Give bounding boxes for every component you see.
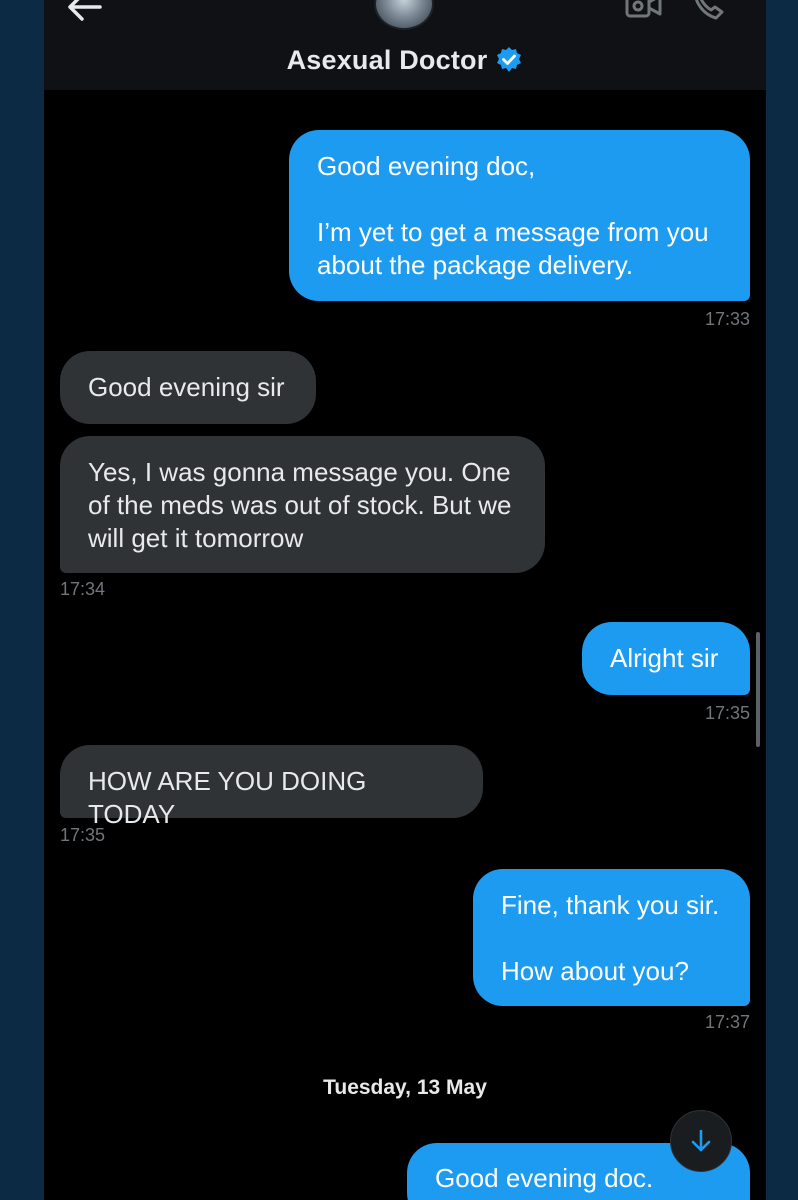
message-bubble-sent[interactable]: Good evening doc, I’m yet to get a messa… [289, 130, 750, 301]
message-bubble-received[interactable]: HOW ARE YOU DOING TODAY [60, 745, 483, 829]
message-timestamp: 17:35 [60, 825, 106, 845]
message-bubble-sent[interactable]: Alright sir [582, 622, 750, 695]
verified-badge-icon [497, 47, 522, 72]
avatar[interactable] [374, 0, 434, 30]
contact-name: Asexual Doctor [286, 44, 488, 75]
chat-screen: Asexual Doctor Good evening doc, I’m yet… [44, 0, 766, 1200]
message-bubble-received[interactable]: Good evening sir [60, 351, 316, 424]
scroll-to-bottom-button[interactable] [670, 1110, 732, 1172]
message-bubble-sent[interactable]: Fine, thank you sir. How about you? [473, 869, 750, 1006]
message-bubble-received[interactable]: Yes, I was gonna message you. One of the… [60, 436, 545, 573]
voice-call-button[interactable] [690, 0, 730, 22]
chat-header: Asexual Doctor [44, 0, 766, 90]
arrow-down-icon [691, 1129, 711, 1152]
video-call-button[interactable] [624, 0, 664, 20]
arrow-left-icon [68, 0, 102, 21]
title-row[interactable]: Asexual Doctor [44, 42, 766, 78]
date-separator: Tuesday, 13 May [323, 1076, 487, 1099]
message-timestamp: 17:37 [704, 1012, 750, 1032]
message-timestamp: 17:35 [704, 703, 750, 723]
message-timestamp: 17:34 [60, 579, 106, 599]
phone-icon [695, 0, 724, 20]
message-timestamp: 17:33 [704, 309, 750, 329]
scrollbar-thumb[interactable] [756, 632, 760, 747]
back-button[interactable] [64, 0, 104, 24]
video-camera-icon [625, 0, 662, 18]
